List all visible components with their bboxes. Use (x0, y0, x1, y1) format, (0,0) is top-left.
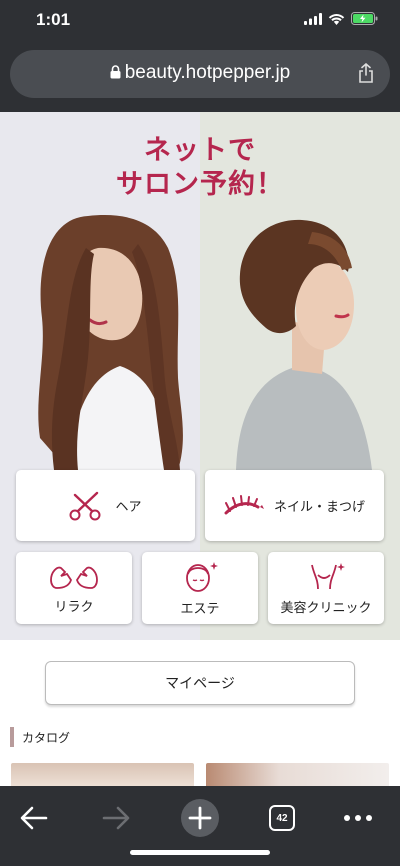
back-arrow-icon (20, 806, 48, 830)
forward-button[interactable] (92, 794, 140, 842)
browser-top-bar: 1:01 beauty.hotpepper.jp (0, 0, 400, 112)
tabs-button[interactable]: 42 (258, 794, 306, 842)
category-esthe-label: エステ (180, 600, 220, 616)
category-clinic-label: 美容クリニック (280, 599, 372, 615)
wifi-icon (328, 13, 345, 25)
hands-icon (50, 566, 98, 589)
plus-icon (181, 799, 219, 837)
hero-title-line-1: ネットで (144, 135, 256, 166)
catalog-accent-bar (10, 727, 14, 747)
signal-icon (304, 12, 322, 25)
url-text: beauty.hotpepper.jp (124, 62, 291, 83)
more-dots-icon (344, 815, 372, 821)
category-esthe-button[interactable]: エステ (142, 552, 258, 624)
tab-count: 42 (269, 805, 295, 831)
model-long-hair-image (38, 215, 183, 470)
new-tab-button[interactable] (176, 794, 224, 842)
catalog-label: カタログ (22, 730, 71, 745)
more-menu-button[interactable] (334, 794, 382, 842)
hero-title: ネットで サロン予約！ (0, 134, 400, 202)
share-icon[interactable] (358, 63, 374, 83)
battery-icon (351, 12, 378, 25)
back-button[interactable] (10, 794, 58, 842)
category-nail-lash-label: ネイル・まつげ (273, 499, 365, 514)
hero-banner[interactable]: ネットで サロン予約！ ヘア ネイル・まつげ リラク エステ 美容クリニック (0, 112, 400, 640)
eyelash-icon (224, 494, 264, 514)
forward-arrow-icon (102, 806, 130, 830)
hero-title-line-2: サロン予約！ (116, 169, 284, 200)
face-icon (186, 561, 218, 592)
catalog-thumb-1[interactable] (11, 763, 194, 788)
scissors-icon (69, 491, 101, 520)
category-hair-button[interactable]: ヘア (16, 470, 195, 541)
url-display: beauty.hotpepper.jp (10, 62, 390, 84)
model-short-hair-image (236, 219, 372, 470)
category-relax-label: リラク (54, 598, 94, 614)
category-clinic-button[interactable]: 美容クリニック (268, 552, 384, 624)
status-time: 1:01 (36, 10, 71, 29)
catalog-thumb-2[interactable] (206, 763, 389, 788)
mypage-button[interactable]: マイページ (45, 661, 355, 705)
url-bar[interactable]: beauty.hotpepper.jp (10, 50, 390, 98)
category-hair-label: ヘア (115, 499, 142, 514)
home-indicator (130, 850, 270, 855)
catalog-heading: カタログ (10, 727, 70, 747)
category-nail-lash-button[interactable]: ネイル・まつげ (205, 470, 384, 541)
lock-icon (110, 65, 121, 79)
body-icon (311, 562, 345, 589)
category-relax-button[interactable]: リラク (16, 552, 132, 624)
status-icons (304, 12, 378, 25)
